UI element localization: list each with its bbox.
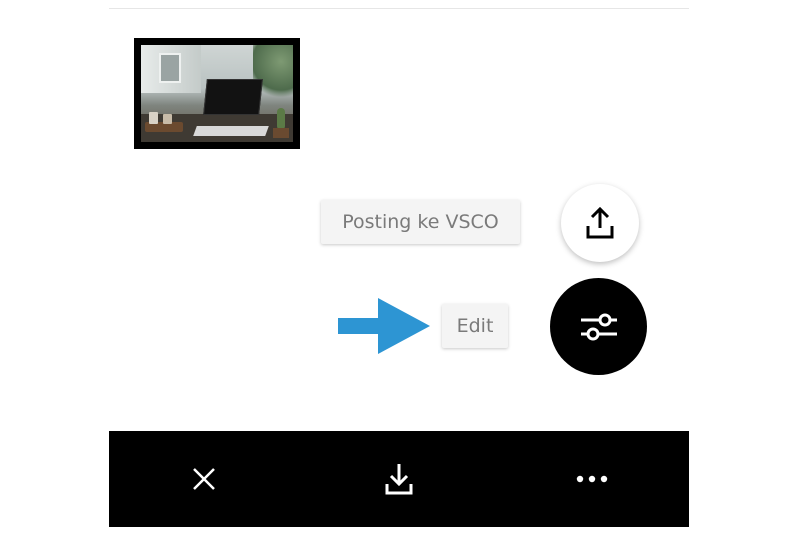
- photo-thumbnail[interactable]: [134, 38, 300, 149]
- arrow-right-icon: [338, 298, 430, 354]
- edit-label: Edit: [456, 315, 494, 337]
- more-icon: [576, 475, 608, 483]
- share-button[interactable]: [561, 184, 639, 262]
- top-divider: [109, 8, 689, 9]
- share-label-chip[interactable]: Posting ke VSCO: [321, 200, 520, 244]
- edit-label-chip[interactable]: Edit: [442, 304, 508, 348]
- share-label: Posting ke VSCO: [342, 211, 499, 233]
- more-button[interactable]: [552, 431, 632, 527]
- upload-icon: [586, 206, 614, 239]
- photo-image: [141, 45, 293, 142]
- sliders-icon: [580, 313, 617, 340]
- bottom-toolbar: [109, 431, 689, 527]
- close-icon: [193, 468, 215, 490]
- download-button[interactable]: [359, 431, 439, 527]
- close-button[interactable]: [164, 431, 244, 527]
- download-icon: [385, 464, 413, 495]
- edit-button[interactable]: [550, 278, 647, 375]
